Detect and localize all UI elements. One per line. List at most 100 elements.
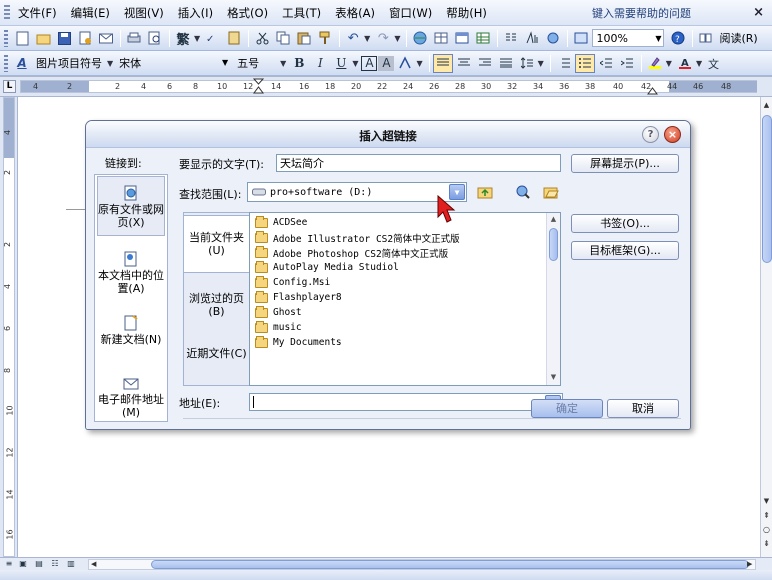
font-color-icon[interactable]: A — [675, 54, 695, 73]
list-item[interactable]: Flashplayer8 — [255, 290, 342, 304]
up-one-folder-icon[interactable] — [475, 182, 495, 202]
menu-view[interactable]: 视图(V) — [118, 3, 170, 23]
document-map-icon[interactable] — [543, 29, 563, 48]
styles-formatting-icon[interactable]: A — [12, 54, 32, 73]
browse-object-icon[interactable]: ○ — [761, 525, 772, 535]
read-button[interactable]: 阅读(R) — [717, 30, 757, 46]
undo-icon[interactable]: ↶ — [343, 29, 363, 48]
browse-web-icon[interactable] — [513, 182, 533, 202]
list-item[interactable]: My Documents — [255, 335, 342, 349]
insert-excel-icon[interactable] — [473, 29, 493, 48]
tables-borders-icon[interactable] — [431, 29, 451, 48]
print-preview-icon[interactable] — [145, 29, 165, 48]
help-icon[interactable]: ? — [668, 29, 688, 48]
web-view-icon[interactable]: ▣ — [18, 559, 28, 569]
vertical-scrollbar[interactable]: ▲ ▼ ⇞ ○ ⇟ — [760, 97, 772, 557]
link-existing-file[interactable]: 原有文件或网页(X) — [97, 176, 165, 236]
drawing-icon[interactable] — [522, 29, 542, 48]
file-list-scroll-thumb[interactable] — [549, 228, 558, 261]
dialog-help-button[interactable]: ? — [642, 126, 659, 143]
toolbar-grip[interactable] — [4, 54, 8, 72]
list-item[interactable]: AutoPlay Media Studiol — [255, 260, 399, 274]
save-icon[interactable] — [54, 29, 74, 48]
columns-icon[interactable] — [501, 29, 521, 48]
highlight-icon[interactable] — [645, 54, 665, 73]
ok-button[interactable]: 确定 — [531, 399, 603, 418]
menu-file[interactable]: 文件(F) — [12, 3, 63, 23]
align-center-icon[interactable] — [454, 54, 474, 73]
previous-page-icon[interactable]: ⇞ — [761, 511, 772, 521]
redo-icon[interactable]: ↷ — [373, 29, 393, 48]
screen-tip-button[interactable]: 屏幕提示(P)... — [571, 154, 679, 173]
decrease-indent-icon[interactable] — [596, 54, 616, 73]
next-page-icon[interactable]: ⇟ — [761, 539, 772, 549]
dialog-close-button[interactable]: × — [664, 126, 681, 143]
scroll-up-icon[interactable]: ▲ — [547, 213, 560, 226]
document-close-icon[interactable]: × — [753, 5, 764, 20]
permission-icon[interactable] — [75, 29, 95, 48]
indent-marker[interactable] — [253, 78, 265, 94]
list-item[interactable]: music — [255, 320, 302, 334]
distributed-align-icon[interactable] — [496, 54, 516, 73]
chevron-down-icon[interactable]: ▼ — [394, 34, 400, 43]
underline-button[interactable]: U — [331, 54, 351, 73]
style-select[interactable]: 图片项目符号 — [33, 54, 103, 72]
vertical-scroll-thumb[interactable] — [762, 115, 772, 263]
link-email-address[interactable]: 电子邮件地址(M) — [97, 369, 165, 421]
chevron-down-icon[interactable]: ▼ — [107, 59, 113, 68]
zoom-select[interactable]: 100% ▼ — [592, 29, 665, 47]
scope-recent-files[interactable]: 近期文件(C) — [184, 331, 249, 385]
chevron-down-icon[interactable]: ▼ — [416, 59, 422, 68]
target-frame-button[interactable]: 目标框架(G)... — [571, 241, 679, 260]
print-view-icon[interactable]: ▤ — [34, 559, 44, 569]
menu-help[interactable]: 帮助(H) — [440, 3, 493, 23]
chevron-down-icon[interactable]: ▼ — [194, 34, 200, 43]
print-icon[interactable] — [124, 29, 144, 48]
ruler-strip[interactable]: 4 2 2 4 6 8 10 12 14 16 18 20 22 24 26 2… — [20, 78, 757, 95]
bullets-icon[interactable] — [574, 53, 595, 73]
open-folder-icon[interactable] — [33, 29, 53, 48]
font-size-select[interactable]: 五号 — [234, 54, 276, 72]
link-new-document[interactable]: 新建文档(N) — [97, 309, 165, 357]
tab-stop-selector[interactable]: L — [3, 80, 16, 93]
cancel-button[interactable]: 取消 — [607, 399, 679, 418]
italic-button[interactable]: I — [310, 54, 330, 73]
look-in-select[interactable]: pro+software (D:) ▼ — [247, 182, 467, 202]
list-item[interactable]: ACDSee — [255, 215, 307, 229]
hyperlink-icon[interactable] — [410, 29, 430, 48]
dialog-titlebar[interactable]: 插入超链接 ? × — [86, 121, 690, 148]
insert-table-icon[interactable] — [452, 29, 472, 48]
scroll-left-icon[interactable]: ◀ — [91, 560, 96, 568]
line-spacing-icon[interactable] — [517, 54, 537, 73]
chevron-down-icon[interactable]: ▼ — [364, 34, 370, 43]
scope-browsed-pages[interactable]: 浏览过的页(B) — [184, 275, 249, 329]
phonetic-guide-icon[interactable]: 文 — [705, 54, 725, 73]
display-text-input[interactable]: 天坛简介 — [276, 154, 561, 172]
chevron-down-icon[interactable]: ▼ — [352, 59, 358, 68]
menu-grip[interactable] — [4, 4, 10, 21]
scroll-down-icon[interactable]: ▼ — [761, 495, 772, 507]
menu-format[interactable]: 格式(O) — [221, 3, 274, 23]
scroll-down-icon[interactable]: ▼ — [547, 371, 560, 384]
scroll-right-icon[interactable]: ▶ — [747, 560, 752, 568]
horizontal-scroll-thumb[interactable] — [151, 560, 749, 569]
right-indent-marker[interactable] — [647, 85, 659, 95]
list-item[interactable]: Ghost — [255, 305, 302, 319]
chevron-down-icon[interactable]: ▼ — [696, 59, 702, 68]
chevron-down-icon[interactable]: ▼ — [538, 59, 544, 68]
menu-tools[interactable]: 工具(T) — [276, 3, 327, 23]
email-icon[interactable] — [96, 29, 116, 48]
char-border-button[interactable]: A — [361, 55, 378, 71]
bookmark-button[interactable]: 书签(O)... — [571, 214, 679, 233]
browse-file-icon[interactable] — [541, 182, 561, 202]
text-effects-icon[interactable] — [395, 54, 415, 73]
reading-view-icon[interactable]: ▥ — [66, 559, 76, 569]
normal-view-icon[interactable]: ≡ — [4, 559, 14, 569]
increase-indent-icon[interactable] — [617, 54, 637, 73]
toolbar-grip[interactable] — [4, 29, 8, 47]
vertical-ruler-strip[interactable]: 4 2 2 4 6 8 10 12 14 16 — [3, 97, 15, 557]
list-item[interactable]: Adobe Photoshop CS2简体中文正式版 — [255, 245, 448, 260]
outline-view-icon[interactable]: ☷ — [50, 559, 60, 569]
menu-table[interactable]: 表格(A) — [329, 3, 381, 23]
link-place-in-document[interactable]: 本文档中的位置(A) — [97, 245, 165, 297]
